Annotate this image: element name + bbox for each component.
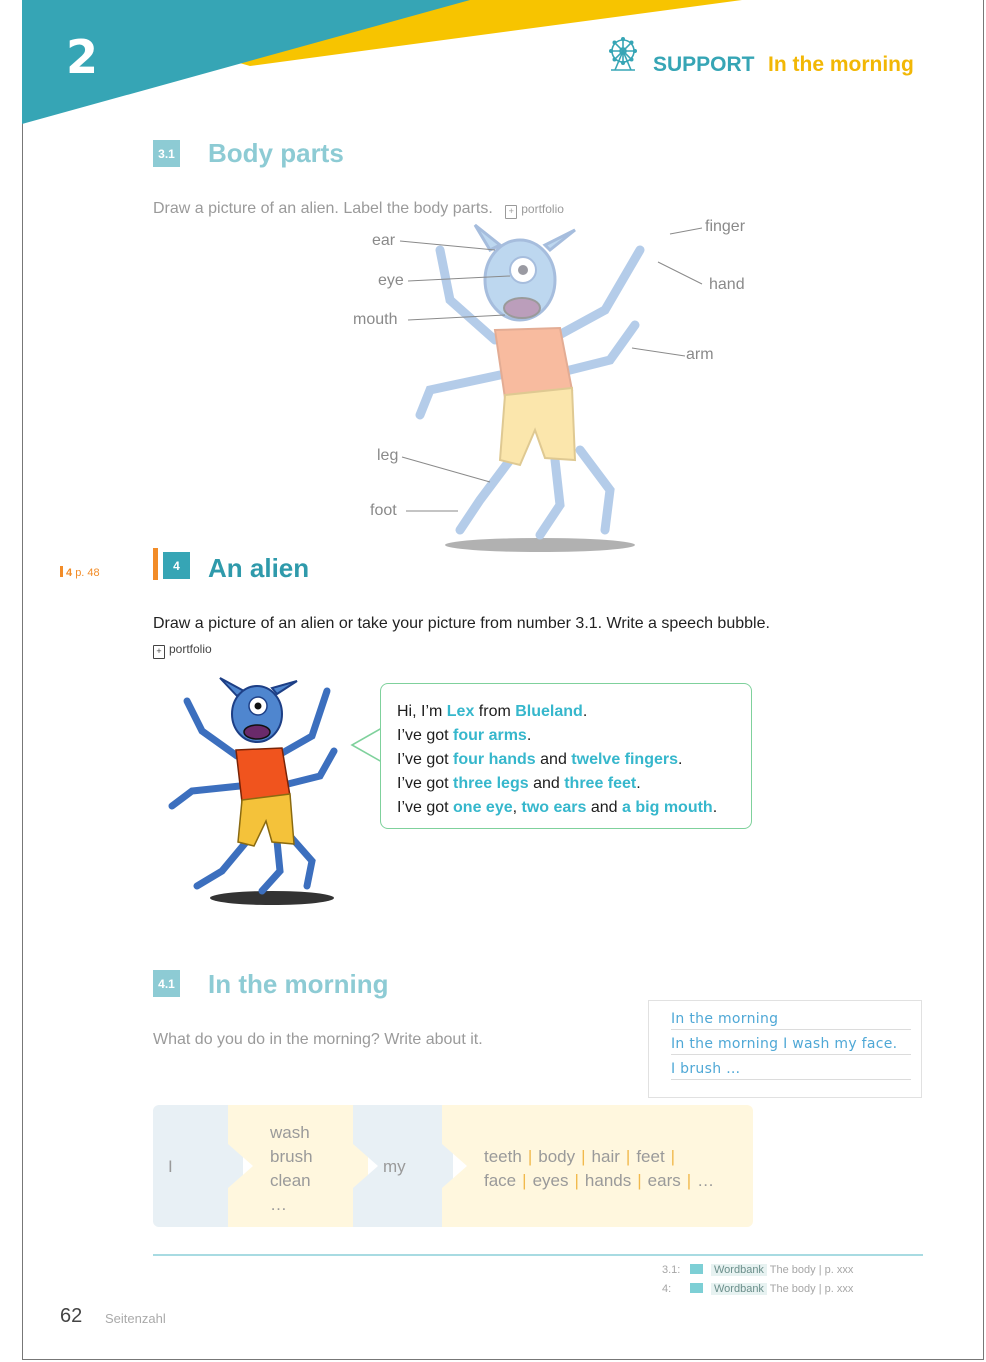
side-reference[interactable]: 4 p. 48 xyxy=(60,566,100,579)
instruction-4: Draw a picture of an alien or take your … xyxy=(153,615,770,632)
table-row-1: teeth | body | hair | feet | xyxy=(484,1147,676,1166)
instruction-4-1: What do you do in the morning? Write abo… xyxy=(153,1031,483,1048)
label-hand: hand xyxy=(709,276,745,293)
table-row-2: face | eyes | hands | ears |… xyxy=(484,1171,715,1190)
support-title: In the morning xyxy=(768,53,914,76)
page-number: 62 xyxy=(60,1305,83,1327)
example-line-3: I brush … xyxy=(671,1061,911,1080)
label-foot: foot xyxy=(370,502,397,519)
portfolio-tag-4[interactable]: + portfolio xyxy=(153,642,212,659)
footer-divider xyxy=(153,1254,923,1256)
portfolio-icon: + xyxy=(505,205,518,219)
label-mouth: mouth xyxy=(353,311,398,328)
label-leg: leg xyxy=(377,447,399,464)
bubble-line-1: Hi, I’m Lex from Blueland. xyxy=(397,703,588,720)
portfolio-label: portfolio xyxy=(169,642,212,656)
example-line-1: In the morning xyxy=(671,1011,911,1030)
chapter-number: 2 xyxy=(66,30,99,84)
folder-icon xyxy=(690,1283,703,1293)
table-col-verbs: wash brush clean … xyxy=(228,1105,368,1227)
support-label: SUPPORT xyxy=(653,53,755,76)
table-col-possessive: my xyxy=(353,1105,453,1227)
table-word: clean xyxy=(270,1171,311,1190)
instruction-text: Draw a picture of an alien. Label the bo… xyxy=(153,200,493,217)
side-ref-page: p. 48 xyxy=(75,567,100,579)
portfolio-tag[interactable]: + portfolio xyxy=(505,202,564,219)
label-ear: ear xyxy=(372,232,396,249)
label-arm: arm xyxy=(686,346,714,363)
label-leader-lines xyxy=(399,227,703,512)
speech-bubble: Hi, I’m Lex from Blueland. I’ve got four… xyxy=(380,683,752,829)
section-badge-3-1: 3.1 xyxy=(153,140,180,167)
bubble-line-3: I’ve got four hands and twelve fingers. xyxy=(397,751,683,768)
table-col-body-parts: teeth | body | hair | feet | face | eyes | hands | ea… xyxy=(442,1105,753,1227)
section-title-an-alien: An alien xyxy=(208,553,310,583)
substitution-table: I wash brush clean … my teeth | body | hair |… xyxy=(153,1105,753,1227)
bubble-tail xyxy=(350,726,384,764)
alien-illustration xyxy=(168,677,338,905)
section-title-in-the-morning: In the morning xyxy=(208,969,389,999)
bubble-line-2: I’ve got four arms. xyxy=(397,727,532,744)
bubble-line-4: I’ve got three legs and three feet. xyxy=(397,775,641,792)
table-word: my xyxy=(383,1157,406,1176)
section-title-body-parts: Body parts xyxy=(208,138,344,168)
label-finger: finger xyxy=(705,218,746,235)
section-badge-4: 4 xyxy=(163,552,190,579)
footer-ref-2[interactable]: 4: Wordbank The body | p. xxx xyxy=(662,1283,853,1295)
bubble-line-5: I’ve got one eye, two ears and a big mou… xyxy=(397,799,718,816)
section-badge-4-1: 4.1 xyxy=(153,970,180,997)
seitenzahl-label: Seitenzahl xyxy=(105,1311,166,1326)
instruction-3-1: Draw a picture of an alien. Label the bo… xyxy=(153,200,564,219)
side-ref-number: 4 xyxy=(66,567,73,579)
ferris-wheel-icon xyxy=(609,37,637,71)
folder-icon xyxy=(690,1264,703,1274)
example-line-2: In the morning I wash my face. xyxy=(671,1036,911,1055)
table-word: brush xyxy=(270,1147,313,1166)
table-word: wash xyxy=(270,1123,310,1142)
portfolio-label: portfolio xyxy=(521,202,564,216)
table-word: … xyxy=(270,1195,287,1214)
section-marker-bar xyxy=(153,548,158,580)
example-writing-box: In the morning In the morning I wash my … xyxy=(648,1000,922,1098)
footer-ref-1[interactable]: 3.1: Wordbank The body | p. xxx xyxy=(662,1264,853,1276)
table-word: I xyxy=(168,1157,173,1176)
label-eye: eye xyxy=(378,272,404,289)
portfolio-icon: + xyxy=(153,645,165,659)
